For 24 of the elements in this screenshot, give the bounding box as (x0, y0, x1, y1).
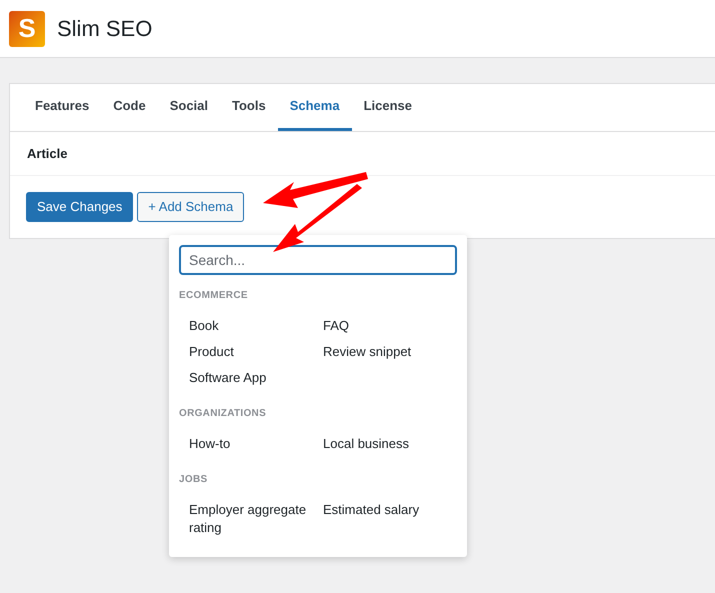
schema-option[interactable]: Book (189, 317, 323, 335)
schema-option[interactable]: Local business (323, 435, 457, 453)
tab[interactable]: License (352, 84, 424, 131)
schema-option[interactable]: Software App (189, 369, 323, 387)
group-heading: ORGANIZATIONS (179, 407, 268, 421)
tab[interactable]: Tools (220, 84, 278, 131)
section-title: Article (27, 144, 68, 163)
tab[interactable]: Social (158, 84, 220, 131)
schema-option[interactable]: Estimated salary (323, 501, 457, 537)
schema-option[interactable]: Employer aggregate rating (189, 501, 323, 537)
schema-option[interactable]: Review snippet (323, 343, 457, 361)
schema-option[interactable]: FAQ (323, 317, 457, 335)
group-heading: ECOMMERCE (179, 289, 249, 303)
logo-icon: S (9, 10, 45, 46)
add-button[interactable]: + Add Schema (137, 192, 244, 222)
group-heading: JOBS (179, 473, 208, 487)
schema-option[interactable]: Product (189, 343, 323, 361)
app-title: Slim SEO (57, 15, 152, 43)
schema-option[interactable]: How-to (189, 435, 323, 453)
tab[interactable]: Features (23, 84, 102, 131)
tab[interactable]: Code (101, 84, 158, 131)
save-button[interactable]: Save Changes (26, 192, 134, 222)
search-field[interactable]: Search... (179, 245, 457, 275)
tab[interactable]: Schema (278, 84, 352, 131)
